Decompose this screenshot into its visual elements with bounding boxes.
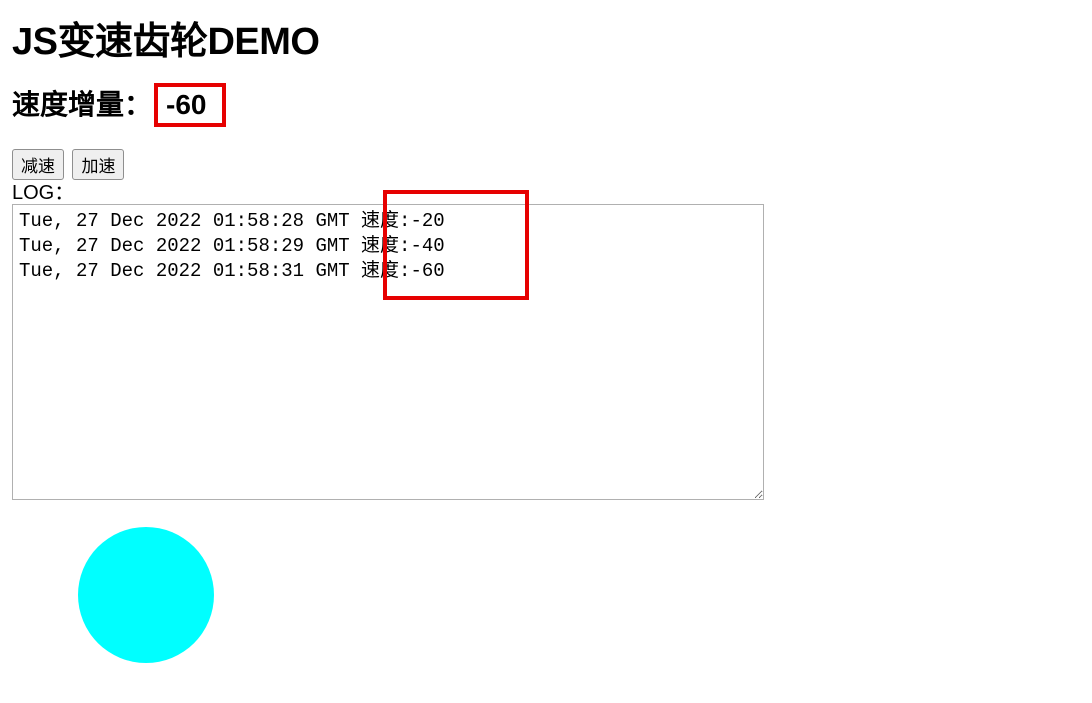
accel-button[interactable]: 加速	[72, 149, 124, 180]
speed-label: 速度增量：	[12, 83, 152, 123]
speed-value: -60	[154, 83, 226, 127]
button-row: 减速 加速	[12, 149, 1080, 180]
log-label: LOG：	[12, 182, 1080, 204]
speed-heading: 速度增量： -60	[12, 83, 1080, 127]
page-title: JS变速齿轮DEMO	[12, 10, 1080, 65]
log-textarea[interactable]	[12, 204, 764, 500]
animated-circle	[78, 527, 214, 663]
log-container	[12, 204, 764, 505]
decel-button[interactable]: 减速	[12, 149, 64, 180]
